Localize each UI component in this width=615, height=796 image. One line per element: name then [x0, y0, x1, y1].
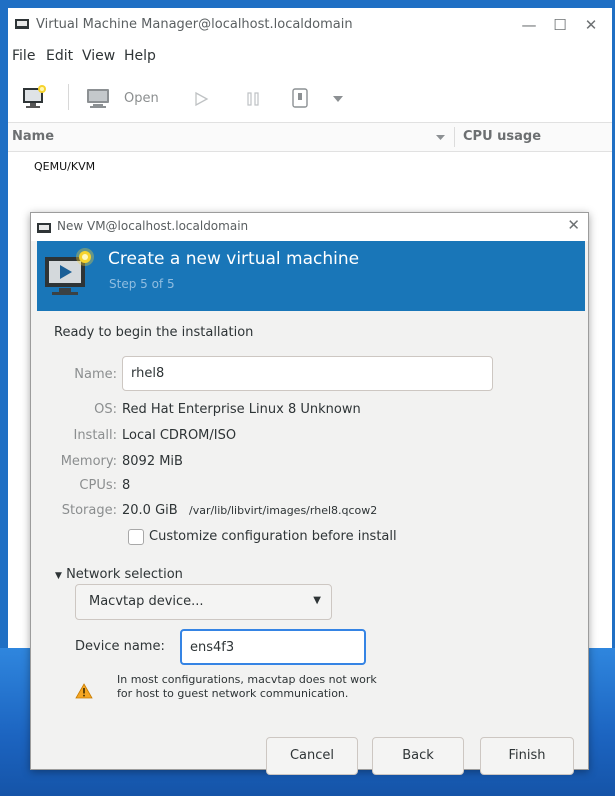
network-selection-expander[interactable]: ▼ Network selection [55, 567, 183, 582]
memory-label: Memory: [60, 454, 117, 469]
pause-icon[interactable] [245, 91, 261, 107]
customize-label[interactable]: Customize configuration before install [149, 529, 397, 544]
sort-arrow-icon[interactable] [436, 135, 445, 141]
cancel-button[interactable]: Cancel [266, 737, 358, 775]
name-label: Name: [74, 367, 117, 382]
toolbar-separator [68, 84, 69, 110]
new-vm-dialog: New VM@localhost.localdomain ✕ Create a … [30, 212, 589, 775]
menu-help[interactable]: Help [124, 48, 156, 64]
new-vm-icon[interactable] [22, 85, 48, 109]
menu-file[interactable]: File [12, 48, 35, 64]
wizard-heading: Create a new virtual machine [108, 249, 360, 269]
storage-size: 20.0 GiB [122, 503, 178, 518]
cpus-label: CPUs: [79, 478, 117, 493]
finish-button[interactable]: Finish [480, 737, 574, 775]
dialog-title: New VM@localhost.localdomain [57, 219, 249, 233]
macvtap-warning: In most configurations, macvtap does not… [117, 673, 377, 700]
main-window-title: Virtual Machine Manager@localhost.locald… [36, 17, 353, 32]
main-titlebar[interactable]: Virtual Machine Manager@localhost.locald… [8, 8, 612, 41]
storage-path: /var/lib/libvirt/images/rhel8.qcow2 [189, 504, 378, 517]
vm-name-input[interactable] [122, 356, 493, 391]
menu-view[interactable]: View [82, 48, 115, 64]
vmm-app-icon [37, 223, 51, 233]
install-value: Local CDROM/ISO [122, 428, 237, 443]
cpus-value: 8 [122, 478, 131, 493]
maximize-button[interactable]: ☐ [549, 15, 571, 35]
close-button[interactable]: ✕ [580, 15, 602, 35]
column-cpu-usage[interactable]: CPU usage [463, 129, 541, 144]
vm-list-header: Name CPU usage [8, 122, 612, 152]
dialog-close-button[interactable]: ✕ [567, 216, 580, 234]
monitor-icon[interactable] [86, 88, 112, 110]
desktop-background-top [0, 0, 615, 8]
shutdown-icon[interactable] [291, 87, 309, 109]
open-button[interactable]: Open [124, 91, 159, 106]
os-label: OS: [94, 402, 117, 417]
memory-value: 8092 MiB [122, 454, 183, 469]
storage-label: Storage: [61, 503, 117, 518]
minimize-button[interactable]: — [518, 15, 540, 35]
device-name-label: Device name: [75, 639, 165, 654]
dialog-titlebar[interactable]: New VM@localhost.localdomain ✕ [31, 213, 588, 241]
new-vm-banner-icon [45, 248, 94, 295]
wizard-step: Step 5 of 5 [109, 277, 175, 291]
play-icon[interactable] [193, 91, 209, 107]
connection-row[interactable]: QEMU/KVM [34, 160, 95, 173]
column-separator [454, 127, 455, 147]
back-button[interactable]: Back [372, 737, 464, 775]
chevron-down-icon: ▼ [313, 595, 321, 606]
os-value: Red Hat Enterprise Linux 8 Unknown [122, 402, 361, 417]
install-label: Install: [73, 428, 117, 443]
toolbar: Open [8, 74, 612, 124]
dropdown-arrow-icon[interactable] [333, 96, 343, 103]
network-selection-label: Network selection [66, 567, 183, 582]
device-name-input[interactable] [180, 629, 366, 665]
wizard-banner: Create a new virtual machine Step 5 of 5 [37, 241, 585, 311]
menu-edit[interactable]: Edit [46, 48, 73, 64]
customize-checkbox[interactable] [128, 529, 144, 545]
ready-message: Ready to begin the installation [54, 325, 254, 340]
column-name[interactable]: Name [12, 129, 54, 144]
network-source-value: Macvtap device... [89, 594, 204, 609]
warning-icon [75, 683, 93, 699]
expander-arrow-icon: ▼ [55, 571, 62, 581]
network-source-dropdown[interactable]: Macvtap device... ▼ [75, 584, 332, 620]
vmm-app-icon [15, 19, 29, 29]
